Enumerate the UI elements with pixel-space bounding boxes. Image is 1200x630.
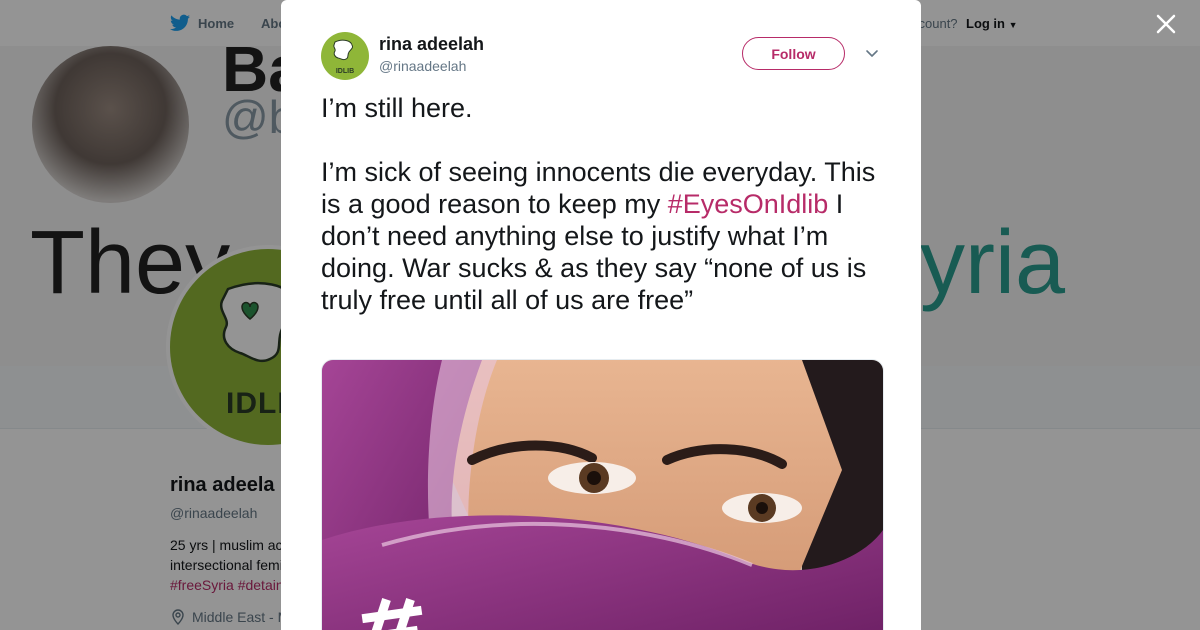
tweet-paragraph: I’m sick of seeing innocents die everyda… [321, 156, 881, 316]
tweet-author-name[interactable]: rina adeelah [379, 34, 484, 55]
tweet-modal: IDLIB rina adeelah @rinaadeelah Follow I… [281, 0, 921, 630]
tweet-text: I’m still here. I’m sick of seeing innoc… [321, 92, 881, 316]
chevron-down-icon[interactable] [865, 46, 879, 60]
hashtag-link[interactable]: #EyesOnIdlib [668, 189, 829, 219]
tweet-photo[interactable] [321, 359, 884, 630]
tweet-photo-illustration [322, 360, 883, 630]
follow-button[interactable]: Follow [742, 37, 845, 70]
idlib-map-icon: IDLIB [333, 39, 354, 75]
avatar-text: IDLIB [336, 68, 354, 75]
tweet-author-handle[interactable]: @rinaadeelah [379, 58, 466, 74]
close-icon[interactable] [1152, 10, 1180, 38]
tweet-paragraph: I’m still here. [321, 93, 473, 123]
tweet-author-avatar[interactable]: IDLIB [321, 32, 369, 80]
page: Home Abo ccount? Log in ▼ Ba @b They yri… [0, 0, 1200, 630]
